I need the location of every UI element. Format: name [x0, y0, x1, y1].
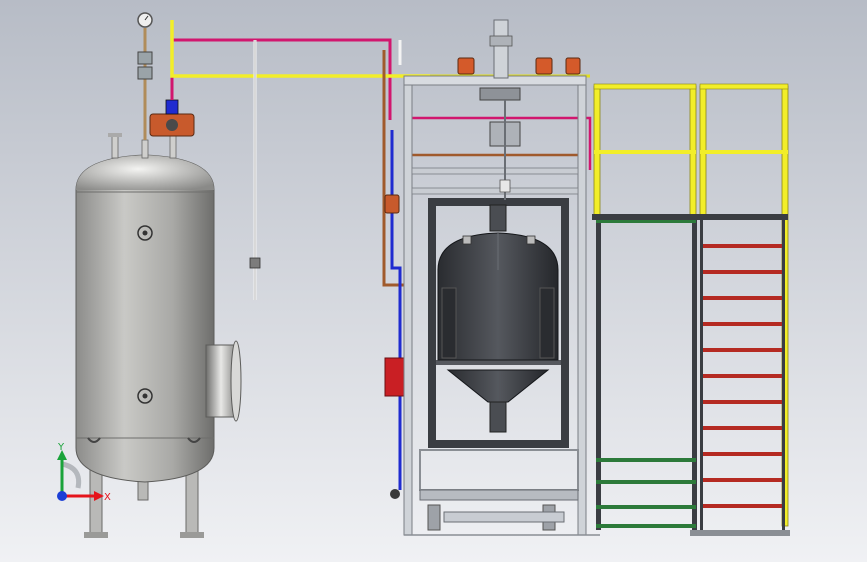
- vessel-shell: [75, 154, 215, 483]
- blue-line-valve[interactable]: [390, 489, 400, 499]
- stair-tread: [702, 452, 782, 456]
- vessel-foot-left: [84, 532, 108, 538]
- stair-tread: [702, 478, 782, 482]
- top-valve-3[interactable]: [565, 57, 581, 75]
- z-axis-dot: [57, 491, 67, 501]
- stair-tread: [702, 348, 782, 352]
- drain-valve-icon: [249, 257, 261, 269]
- stair-tread: [702, 504, 782, 508]
- top-valve-1[interactable]: [457, 57, 475, 75]
- actuator-icon: [165, 99, 179, 115]
- stair-tread: [702, 426, 782, 430]
- stair-tread: [702, 270, 782, 274]
- cad-viewport[interactable]: Y X: [0, 0, 867, 562]
- y-axis-label: Y: [57, 442, 65, 453]
- vessel-foot-right: [180, 532, 204, 538]
- assembly-drawing: Y X: [0, 0, 867, 562]
- stair-tread: [702, 374, 782, 378]
- stair-tread: [702, 322, 782, 326]
- stair-tread: [702, 244, 782, 248]
- top-valve-2[interactable]: [535, 57, 553, 75]
- stair-tread: [702, 296, 782, 300]
- x-axis-label: X: [104, 492, 111, 503]
- stair-tread: [702, 400, 782, 404]
- brown-line-valve[interactable]: [384, 194, 400, 214]
